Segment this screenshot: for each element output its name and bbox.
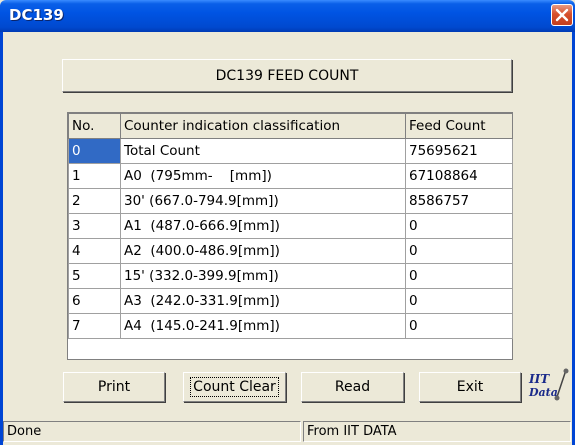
- table-row[interactable]: 3 A1 (487.0-666.9[mm]) 0: [68, 213, 513, 239]
- table-row[interactable]: 1 A0 (795mm- [mm]) 67108864: [68, 163, 513, 189]
- feed-count-header-label: DC139 FEED COUNT: [215, 67, 359, 84]
- row-count-cell[interactable]: 0: [405, 288, 513, 314]
- status-bar: Done From IIT DATA: [3, 420, 572, 444]
- feed-count-grid[interactable]: No. Counter indication classification Fe…: [67, 112, 513, 360]
- iit-data-logo: IIT Data: [528, 368, 569, 401]
- row-classification-cell[interactable]: A4 (145.0-241.9[mm]): [120, 313, 406, 339]
- svg-text:Data: Data: [528, 386, 558, 399]
- status-right-text: From IIT DATA: [307, 424, 397, 439]
- row-count-cell[interactable]: 0: [405, 313, 513, 339]
- status-right-pane: From IIT DATA: [303, 421, 571, 442]
- row-no-cell[interactable]: 1: [68, 163, 121, 189]
- svg-text:IIT: IIT: [528, 372, 550, 386]
- row-classification-cell[interactable]: A2 (400.0-486.9[mm]): [120, 238, 406, 264]
- row-no-cell[interactable]: 7: [68, 313, 121, 339]
- row-count-cell[interactable]: 8586757: [405, 188, 513, 214]
- table-row[interactable]: 7 A4 (145.0-241.9[mm]) 0: [68, 313, 513, 339]
- column-header-no: No.: [68, 113, 121, 139]
- count-clear-button-label: Count Clear: [190, 377, 279, 397]
- window-title: DC139: [9, 6, 64, 24]
- row-count-cell[interactable]: 75695621: [405, 138, 513, 164]
- count-clear-button[interactable]: Count Clear: [183, 372, 286, 402]
- row-no-cell[interactable]: 3: [68, 213, 121, 239]
- table-row[interactable]: 4 A2 (400.0-486.9[mm]) 0: [68, 238, 513, 264]
- column-header-classification: Counter indication classification: [120, 113, 406, 139]
- print-button[interactable]: Print: [63, 372, 165, 402]
- close-icon: [555, 8, 569, 22]
- exit-button-label: Exit: [456, 379, 484, 395]
- window-frame-left: [0, 32, 3, 445]
- row-classification-cell[interactable]: Total Count: [120, 138, 406, 164]
- status-left-pane: Done: [3, 421, 301, 442]
- row-classification-cell[interactable]: A3 (242.0-331.9[mm]): [120, 288, 406, 314]
- row-no-cell[interactable]: 2: [68, 188, 121, 214]
- row-classification-cell[interactable]: A0 (795mm- [mm]): [120, 163, 406, 189]
- read-button-label: Read: [334, 379, 371, 395]
- row-no-cell[interactable]: 0: [68, 138, 121, 164]
- row-count-cell[interactable]: 0: [405, 263, 513, 289]
- table-row[interactable]: 2 30' (667.0-794.9[mm]) 8586757: [68, 188, 513, 214]
- row-count-cell[interactable]: 0: [405, 238, 513, 264]
- table-row[interactable]: 6 A3 (242.0-331.9[mm]) 0: [68, 288, 513, 314]
- title-bar: DC139: [0, 0, 575, 32]
- exit-button[interactable]: Exit: [419, 372, 521, 402]
- row-count-cell[interactable]: 0: [405, 213, 513, 239]
- row-classification-cell[interactable]: A1 (487.0-666.9[mm]): [120, 213, 406, 239]
- print-button-label: Print: [97, 379, 131, 395]
- table-row[interactable]: 5 15' (332.0-399.9[mm]) 0: [68, 263, 513, 289]
- row-no-cell[interactable]: 5: [68, 263, 121, 289]
- close-button[interactable]: [551, 4, 573, 26]
- row-count-cell[interactable]: 67108864: [405, 163, 513, 189]
- grid-header-row: No. Counter indication classification Fe…: [68, 113, 513, 139]
- feed-count-header: DC139 FEED COUNT: [62, 59, 512, 92]
- row-no-cell[interactable]: 6: [68, 288, 121, 314]
- table-row[interactable]: 0 Total Count 75695621: [68, 138, 513, 164]
- read-button[interactable]: Read: [301, 372, 404, 402]
- status-left-text: Done: [7, 424, 42, 439]
- row-classification-cell[interactable]: 15' (332.0-399.9[mm]): [120, 263, 406, 289]
- row-classification-cell[interactable]: 30' (667.0-794.9[mm]): [120, 188, 406, 214]
- column-header-feed-count: Feed Count: [405, 113, 513, 139]
- row-no-cell[interactable]: 4: [68, 238, 121, 264]
